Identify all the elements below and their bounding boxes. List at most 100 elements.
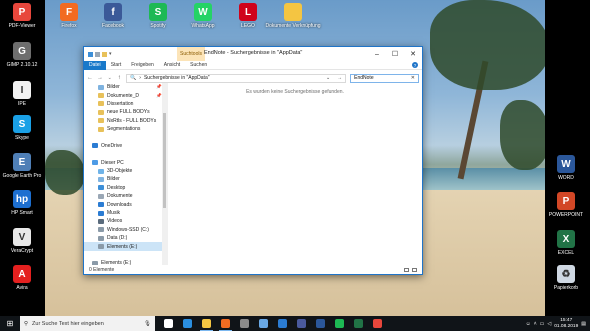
minimize-button[interactable]: –: [368, 47, 386, 61]
desktop-shortcut[interactable]: E Google Earth Pro: [1, 153, 43, 179]
nav-item-label: Dieser PC: [101, 159, 124, 166]
desktop-shortcut[interactable]: V VeraCrypt: [1, 228, 43, 254]
desktop-shortcut[interactable]: W WhatsApp: [182, 3, 224, 29]
clear-search-icon[interactable]: ✕: [411, 75, 415, 81]
taskbar-app-button[interactable]: [349, 316, 368, 331]
nav-item[interactable]: Bilder: [84, 175, 167, 183]
network-icon[interactable]: ▭: [540, 321, 545, 327]
forward-arrow-icon[interactable]: →: [97, 75, 103, 81]
desktop-shortcut[interactable]: L LEGO: [227, 3, 269, 29]
address-bar[interactable]: 🔍 › Suchergebnisse in "AppData" ⌄ →: [126, 73, 347, 83]
desktop-icon: [98, 185, 104, 191]
powerpoint-icon: P: [557, 192, 575, 210]
nav-item[interactable]: Downloads: [84, 200, 167, 208]
taskbar-app-button[interactable]: [178, 316, 197, 331]
tab-file[interactable]: Datei: [84, 60, 106, 70]
show-hidden-icons-chevron-icon[interactable]: ˄: [534, 321, 537, 327]
tab-share[interactable]: Freigeben: [126, 61, 159, 70]
navigation-scrollbar[interactable]: [162, 83, 167, 265]
notifications-icon[interactable]: ▤: [581, 321, 586, 327]
desktop-shortcut-label: IPE: [17, 101, 27, 107]
desktop-shortcut[interactable]: F Firefox: [48, 3, 90, 29]
title-bar[interactable]: ▾ Suchtools EndNote - Suchergebnisse in …: [84, 47, 422, 61]
nav-item[interactable]: 3D-Objekte: [84, 167, 167, 175]
tab-start[interactable]: Start: [106, 61, 127, 70]
nav-item[interactable]: Bilder 📌: [84, 83, 167, 91]
large-icons-view-icon[interactable]: [412, 267, 417, 272]
nav-item[interactable]: Elements (E:): [84, 242, 167, 251]
microphone-icon[interactable]: 🎙: [144, 321, 151, 327]
taskbar-search-box[interactable]: ⚲ Zur Suche Text hier eingeben 🎙: [20, 316, 155, 331]
desktop-shortcut[interactable]: ♻ Papierkorb: [545, 265, 587, 291]
taskbar-app-button[interactable]: [273, 316, 292, 331]
chevron-down-icon[interactable]: ▾: [109, 51, 114, 57]
nav-item[interactable]: Musik: [84, 209, 167, 217]
nav-item[interactable]: Videos: [84, 217, 167, 225]
tab-view[interactable]: Ansicht: [159, 61, 185, 70]
word-icon: [316, 319, 325, 328]
desktop-shortcut[interactable]: S Skype: [1, 115, 43, 141]
up-arrow-icon[interactable]: ↑: [117, 75, 123, 81]
desktop-shortcut[interactable]: A Avira: [1, 265, 43, 291]
results-pane[interactable]: Es wurden keine Suchergebnisse gefunden.: [168, 83, 422, 265]
nav-item[interactable]: NxRtls - FULL BODYs: [84, 117, 167, 125]
taskbar-app-button[interactable]: [159, 316, 178, 331]
desktop-shortcut-label: EXCEL: [557, 250, 575, 256]
desktop-shortcut[interactable]: G GIMP 2.10.12: [1, 42, 43, 68]
people-icon[interactable]: ☺: [526, 321, 531, 327]
recent-locations-chevron-icon[interactable]: ⌄: [107, 75, 113, 81]
desktop-shortcut-label: WhatsApp: [191, 23, 215, 29]
nav-item[interactable]: Desktop: [84, 184, 167, 192]
taskbar-app-button[interactable]: [197, 316, 216, 331]
nav-item[interactable]: Windows-SSD (C:): [84, 226, 167, 234]
nav-item[interactable]: Dokumente: [84, 192, 167, 200]
taskbar-app-button[interactable]: [368, 316, 387, 331]
desktop-shortcut[interactable]: X EXCEL: [545, 230, 587, 256]
nav-item[interactable]: Data (D:): [84, 234, 167, 242]
navigation-pane[interactable]: Bilder 📌 Dokumente_D 📌 Dissertation neue FULL…: [84, 83, 168, 265]
taskbar-search-placeholder: Zur Suche Text hier eingeben: [32, 320, 104, 327]
back-arrow-icon[interactable]: ←: [87, 75, 93, 81]
tab-search[interactable]: Suchen: [185, 61, 212, 70]
details-view-icon[interactable]: [404, 267, 409, 272]
scrollbar-thumb[interactable]: [163, 113, 166, 208]
windows-start-icon[interactable]: ⊞: [0, 316, 20, 331]
nav-item[interactable]: Dieser PC: [84, 159, 167, 167]
nav-item[interactable]: OneDrive: [84, 142, 167, 150]
help-icon[interactable]: ?: [412, 62, 418, 68]
nav-item[interactable]: Dissertation: [84, 100, 167, 108]
maximize-button[interactable]: ☐: [386, 47, 404, 61]
desktop-shortcut[interactable]: hp HP Smart: [1, 190, 43, 216]
taskbar-app-button[interactable]: [235, 316, 254, 331]
desktop-shortcut[interactable]: S Spotify: [137, 3, 179, 29]
nav-item-label: NxRtls - FULL BODYs: [107, 117, 157, 124]
file-explorer-icon: [202, 319, 211, 328]
file-explorer-window[interactable]: ▾ Suchtools EndNote - Suchergebnisse in …: [83, 46, 423, 275]
taskbar-app-button[interactable]: [292, 316, 311, 331]
desktop-shortcut[interactable]: f Facebook: [92, 3, 134, 29]
desktop-shortcut[interactable]: I IPE: [1, 81, 43, 107]
desktop-shortcut[interactable]: W WORD: [545, 155, 587, 181]
taskbar-app-button[interactable]: [254, 316, 273, 331]
taskbar-app-button[interactable]: [330, 316, 349, 331]
nav-item[interactable]: neue FULL BODYs: [84, 108, 167, 116]
desktop-shortcut[interactable]: P POWERPOINT: [545, 192, 587, 218]
desktop-shortcut[interactable]: Dokumente Verknüpfung: [265, 3, 321, 29]
taskbar-app-button[interactable]: [311, 316, 330, 331]
search-input[interactable]: EndNote ✕: [350, 73, 419, 83]
nav-item[interactable]: Dokumente_D 📌: [84, 91, 167, 99]
refresh-icon[interactable]: →: [337, 75, 342, 81]
clock[interactable]: 15:47 01.08.2019: [554, 318, 578, 330]
desktop-shortcut-label: Spotify: [150, 23, 166, 29]
new-folder-icon[interactable]: [102, 51, 107, 57]
nav-item[interactable]: Segmentations: [84, 125, 167, 133]
properties-icon[interactable]: [95, 51, 100, 57]
taskbar-app-button[interactable]: [216, 316, 235, 331]
volume-icon[interactable]: ◁: [547, 321, 551, 327]
close-button[interactable]: ✕: [404, 47, 422, 61]
address-dropdown-icon[interactable]: ⌄: [326, 75, 330, 81]
desktop-shortcut[interactable]: P PDF-Viewer: [1, 3, 43, 29]
